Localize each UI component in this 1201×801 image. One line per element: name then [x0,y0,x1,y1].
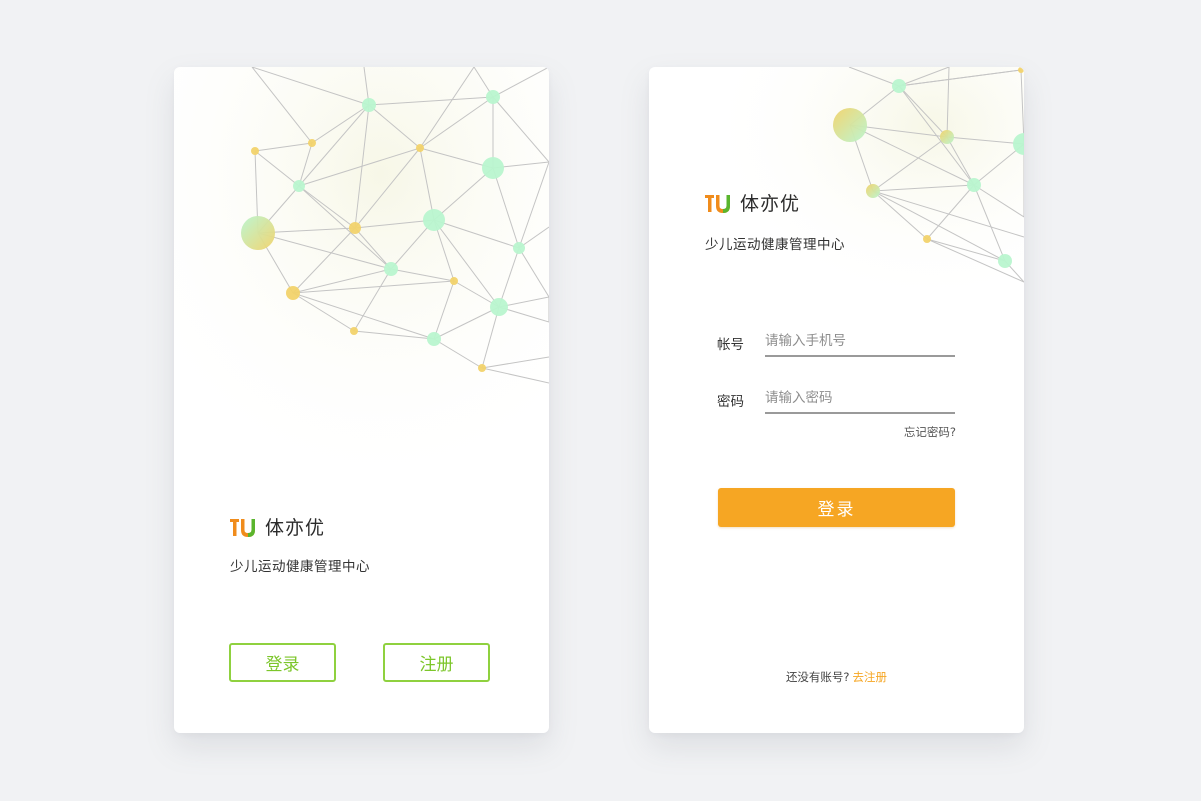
network-node [513,242,525,254]
brand: 体亦优 [229,513,325,540]
network-node [482,157,504,179]
network-node [384,262,398,276]
welcome-screen: 体亦优 少儿运动健康管理中心 登录 注册 [174,67,549,733]
network-node [998,254,1012,268]
network-node [350,327,358,335]
network-node [1018,67,1024,73]
network-graphic [649,67,1024,367]
login-screen: 体亦优 少儿运动健康管理中心 帐号 密码 忘记密码? 登录 还没有账号?去注册 [649,67,1024,733]
network-node [490,298,508,316]
go-register-link[interactable]: 去注册 [853,670,888,684]
network-graphic [174,67,549,497]
network-node [241,216,275,250]
network-node [293,180,305,192]
tu-logo-icon [705,194,730,213]
no-account-text: 还没有账号? [785,670,850,684]
network-node [486,90,500,104]
account-label: 帐号 [717,337,744,353]
phone-input[interactable] [765,329,955,357]
network-node [450,277,458,285]
brand: 体亦优 [704,189,800,216]
login-button[interactable]: 登录 [229,643,336,682]
network-node [308,139,316,147]
network-node [251,147,259,155]
forgot-password-link[interactable]: 忘记密码? [904,424,956,440]
network-node [866,184,880,198]
network-node [940,130,954,144]
network-node [423,209,445,231]
submit-login-button[interactable]: 登录 [718,488,955,527]
signup-prompt: 还没有账号? 去注册 [649,669,1024,685]
network-node [416,144,424,152]
password-label: 密码 [717,394,744,410]
brand-name: 体亦优 [265,517,326,539]
network-node [478,364,486,372]
network-node [892,79,906,93]
network-node [967,178,981,192]
brand-name: 体亦优 [740,193,801,215]
tu-logo-icon [230,518,255,537]
brand-tagline: 少儿运动健康管理中心 [230,559,370,575]
network-node [427,332,441,346]
network-node [362,98,376,112]
password-input[interactable] [765,386,955,414]
network-node [923,235,931,243]
brand-tagline: 少儿运动健康管理中心 [705,237,845,253]
network-node [833,108,867,142]
network-node [349,222,361,234]
network-node [286,286,300,300]
register-button[interactable]: 注册 [383,643,490,682]
